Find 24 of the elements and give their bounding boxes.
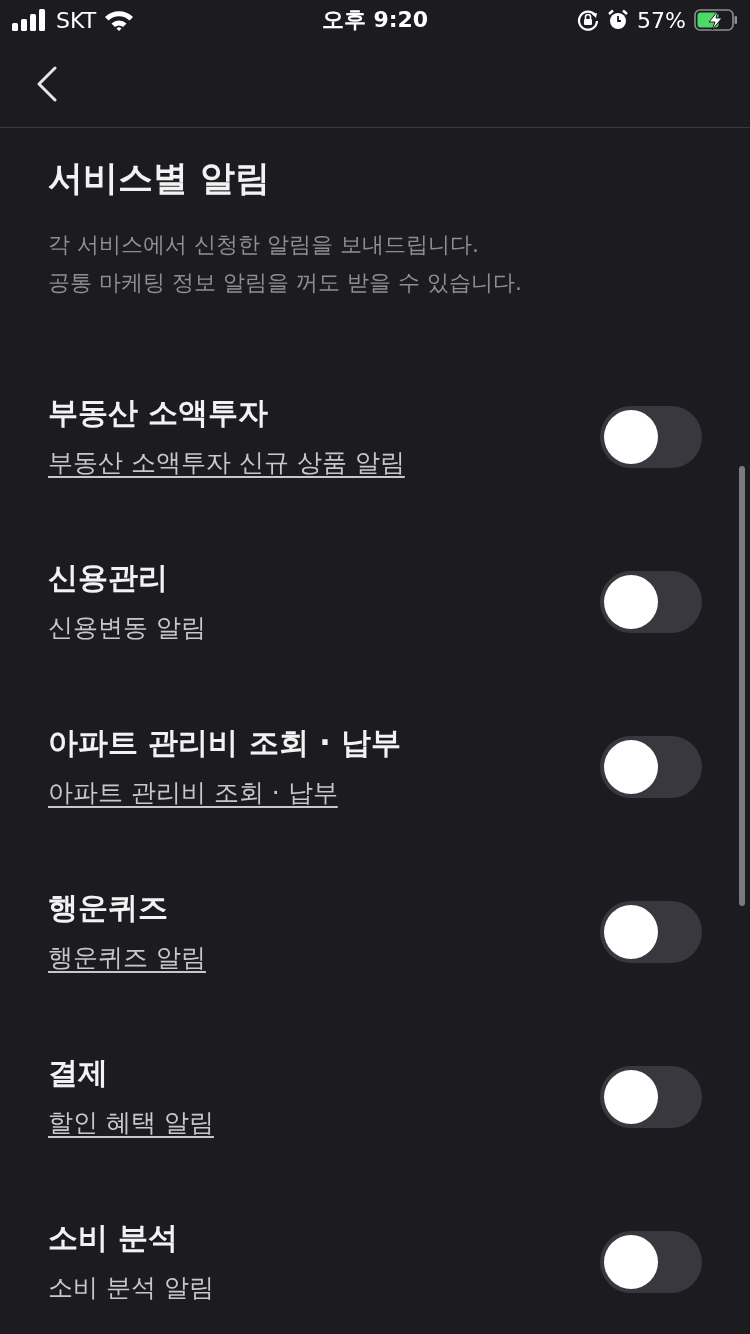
- service-description: 소비 분석 알림: [48, 1271, 214, 1304]
- description-text: 공통 마케팅 정보 알림을 꺼도 받을 수 있습니다.: [48, 269, 523, 297]
- battery-percentage: 57%: [637, 7, 686, 33]
- service-link[interactable]: 부동산 소액투자 신규 상품 알림: [48, 442, 405, 483]
- service-link[interactable]: 행운퀴즈 알림: [48, 937, 206, 978]
- description-text: 각 서비스에서 신청한 알림을 보내드립니다.: [48, 231, 480, 259]
- service-description: 신용변동 알림: [48, 611, 206, 644]
- service-link[interactable]: 할인 혜택 알림: [48, 1102, 214, 1143]
- battery-charging-icon: [694, 9, 738, 31]
- service-name: 부동산 소액투자: [48, 393, 270, 432]
- signal-icon: [12, 9, 48, 31]
- status-time: 오후 9:20: [321, 6, 429, 34]
- rotation-lock-icon: [577, 9, 600, 31]
- wifi-icon: [104, 9, 135, 31]
- service-name: 신용관리: [48, 558, 169, 597]
- carrier-name: SKT: [56, 7, 97, 33]
- alarm-icon: [607, 9, 630, 31]
- service-name: 행운퀴즈: [48, 888, 169, 927]
- service-name: 소비 분석: [48, 1218, 180, 1257]
- back-icon[interactable]: [36, 65, 58, 102]
- page-title: 서비스별 알림: [48, 157, 272, 200]
- service-link[interactable]: 아파트 관리비 조회 · 납부: [48, 772, 402, 813]
- service-name: 아파트 관리비 조회 · 납부: [48, 723, 402, 762]
- service-name: 결제: [48, 1053, 109, 1092]
